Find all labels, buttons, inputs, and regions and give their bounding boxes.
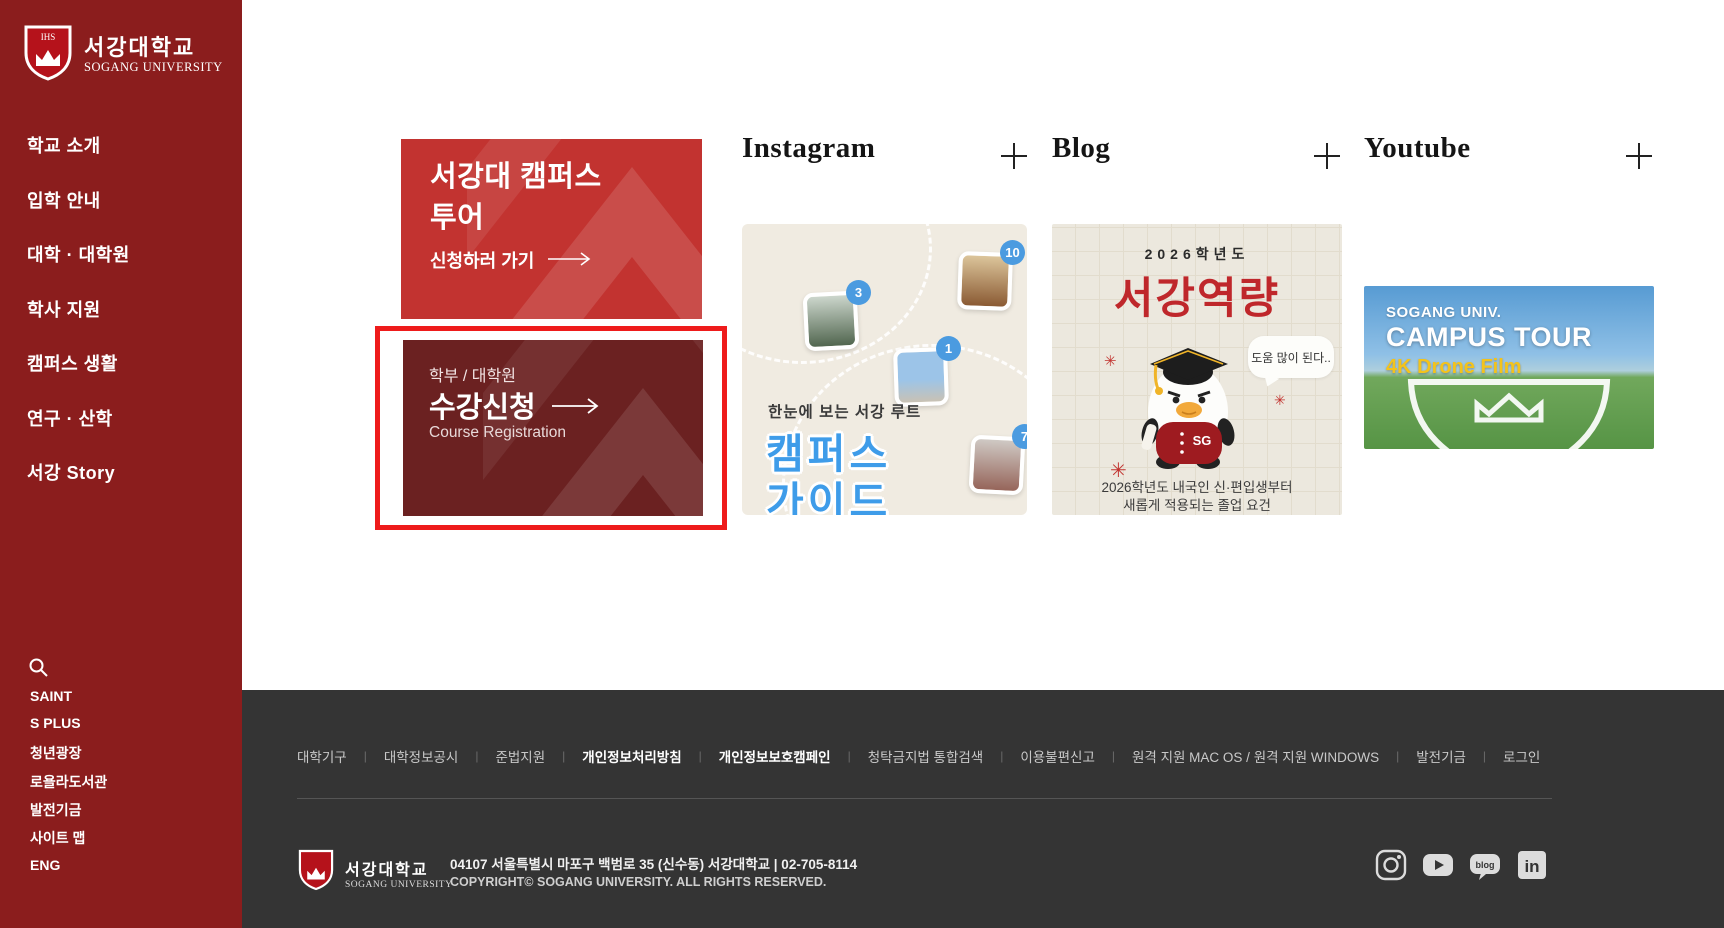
tour-apply-link[interactable]: 신청하러 가기 (430, 247, 592, 273)
footer-link-anti-graft-search[interactable]: 청탁금지법 통합검색 (868, 746, 984, 766)
sidebar-item-colleges[interactable]: 대학 · 대학원 (27, 241, 130, 267)
campus-tour-card[interactable]: 서강대 캠퍼스 투어 신청하러 가기 (401, 139, 702, 319)
instagram-plus-icon[interactable] (1001, 143, 1027, 169)
sidebar-item-youth-plaza[interactable]: 청년광장 (30, 743, 82, 763)
divider: | (699, 749, 702, 763)
speech-bubble: 도움 많이 된다.. (1248, 336, 1334, 378)
footer-link-login[interactable]: 로그인 (1503, 746, 1540, 766)
asterisk-decoration: ✳ (1104, 352, 1117, 370)
blog-post-card[interactable]: 2026학년도 서강역량 ✳ ✳ ✳ 도움 많이 된다.. SG (1052, 224, 1342, 515)
blog-card-year: 2026학년도 (1052, 244, 1342, 264)
sidebar-item-academics[interactable]: 학사 지원 (27, 296, 101, 322)
youtube-heading: Youtube (1364, 132, 1471, 165)
course-card-subtitle: 학부 / 대학원 (429, 362, 516, 386)
sidebar-item-story[interactable]: 서강 Story (27, 459, 115, 485)
course-registration-card[interactable]: 학부 / 대학원 수강신청 Course Registration (403, 340, 703, 516)
university-shield-icon (297, 848, 335, 897)
sidebar-item-research[interactable]: 연구 · 산학 (27, 405, 113, 431)
tour-card-title: 서강대 캠퍼스 투어 (430, 157, 602, 239)
footer-link-complaint[interactable]: 이용불편신고 (1020, 746, 1095, 766)
blog-heading: Blog (1052, 132, 1110, 165)
footer-logo-english: SOGANG UNIVERSITY (345, 880, 452, 890)
footer: 대학기구 | 대학정보공시 | 준법지원 | 개인정보처리방침 | 개인정보보호캠페인 |… (242, 690, 1724, 928)
route-badge: 1 (936, 336, 961, 361)
search-icon[interactable] (28, 657, 48, 677)
divider: | (1483, 749, 1486, 763)
sidebar-item-development-fund[interactable]: 발전기금 (30, 800, 82, 820)
campus-guide-title: 가이드 (766, 468, 891, 515)
footer-link-organization[interactable]: 대학기구 (297, 746, 347, 766)
sidebar-item-campus-life[interactable]: 캠퍼스 생활 (27, 350, 118, 376)
university-logo[interactable]: IHS 서강대학교 SOGANG UNIVERSITY (22, 24, 223, 87)
youtube-plus-icon[interactable] (1626, 143, 1652, 169)
instagram-card-caption: 한눈에 보는 서강 루트 (768, 400, 921, 422)
footer-link-privacy-policy[interactable]: 개인정보처리방침 (582, 746, 681, 766)
footer-divider (297, 798, 1552, 799)
divider: | (848, 749, 851, 763)
instagram-post-card[interactable]: 3 10 1 7 한눈에 보는 서강 루트 캠퍼스 가이드 (742, 224, 1027, 515)
sidebar: IHS 서강대학교 SOGANG UNIVERSITY 학교 소개 입학 안내 … (0, 0, 242, 928)
logo-english-text: SOGANG UNIVERSITY (84, 60, 223, 75)
divider: | (475, 749, 478, 763)
svg-text:IHS: IHS (41, 32, 56, 42)
arrow-right-icon (552, 389, 600, 422)
footer-copyright: COPYRIGHT© SOGANG UNIVERSITY. ALL RIGHTS… (450, 875, 826, 889)
linkedin-icon[interactable]: in (1515, 848, 1549, 882)
divider: | (1000, 749, 1003, 763)
youtube-thumbnail-card[interactable]: SOGANG UNIV. CAMPUS TOUR 4K Drone Film (1364, 286, 1654, 449)
footer-social-icons: blog in (1374, 848, 1549, 882)
blog-card-bottom-text: 2026학년도 내국인 신·편입생부터 (1052, 476, 1342, 496)
sidebar-item-loyola-library[interactable]: 로욜라도서관 (30, 772, 107, 792)
youtube-thumb-line3: 4K Drone Film (1386, 356, 1522, 379)
footer-link-compliance[interactable]: 준법지원 (495, 746, 545, 766)
divider: | (562, 749, 565, 763)
svg-text:SG: SG (1193, 433, 1212, 448)
svg-text:in: in (1524, 857, 1539, 876)
arrow-right-icon (548, 250, 592, 271)
asterisk-decoration: ✳ (1274, 392, 1286, 409)
blog-plus-icon[interactable] (1314, 143, 1340, 169)
instagram-icon[interactable] (1374, 848, 1408, 882)
footer-link-development-fund[interactable]: 발전기금 (1416, 746, 1466, 766)
footer-links: 대학기구 | 대학정보공시 | 준법지원 | 개인정보처리방침 | 개인정보보호캠페인 |… (297, 746, 1540, 766)
footer-logo[interactable]: 서강대학교 SOGANG UNIVERSITY (297, 848, 452, 897)
highlight-box: 학부 / 대학원 수강신청 Course Registration (375, 326, 727, 530)
youtube-thumb-line1: SOGANG UNIV. (1386, 304, 1501, 321)
duck-mascot: SG (1130, 324, 1250, 479)
course-card-caption: Course Registration (429, 424, 566, 442)
route-badge: 3 (846, 280, 871, 305)
footer-link-info-disclosure[interactable]: 대학정보공시 (384, 746, 459, 766)
university-shield-icon: IHS (22, 24, 74, 87)
footer-link-privacy-campaign[interactable]: 개인정보보호캠페인 (719, 746, 831, 766)
divider: | (1112, 749, 1115, 763)
sidebar-item-splus[interactable]: S PLUS (30, 715, 81, 731)
divider: | (364, 749, 367, 763)
svg-text:blog: blog (1476, 860, 1495, 870)
footer-logo-korean: 서강대학교 (345, 856, 452, 880)
divider: | (1396, 749, 1399, 763)
youtube-thumb-line2: CAMPUS TOUR (1386, 322, 1592, 353)
sidebar-item-sitemap[interactable]: 사이트 맵 (30, 828, 85, 848)
sidebar-item-about[interactable]: 학교 소개 (27, 132, 101, 158)
blog-icon[interactable]: blog (1468, 848, 1502, 882)
blog-card-title: 서강역량 (1052, 264, 1342, 326)
instagram-heading: Instagram (742, 132, 875, 165)
sidebar-item-admissions[interactable]: 입학 안내 (27, 187, 101, 213)
footer-link-remote-support[interactable]: 원격 지원 MAC OS / 원격 지원 WINDOWS (1132, 746, 1379, 766)
blog-card-bottom-text: 새롭게 적용되는 졸업 요건 (1052, 494, 1342, 514)
youtube-icon[interactable] (1421, 848, 1455, 882)
field-shield-decoration (1399, 374, 1619, 449)
route-badge: 10 (1000, 240, 1025, 265)
logo-korean-text: 서강대학교 (84, 36, 223, 60)
footer-address: 04107 서울특별시 마포구 백범로 35 (신수동) 서강대학교 | 02-… (450, 853, 857, 873)
course-card-title: 수강신청 (429, 384, 600, 426)
sidebar-item-saint[interactable]: SAINT (30, 688, 72, 704)
sidebar-item-eng[interactable]: ENG (30, 857, 60, 873)
